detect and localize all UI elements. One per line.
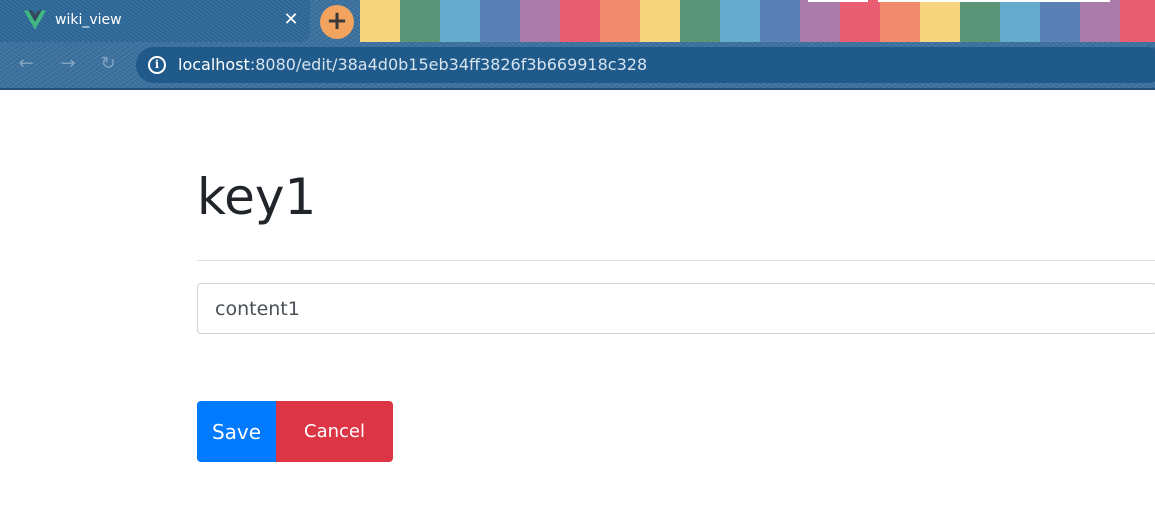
new-tab-button[interactable]: + [320, 5, 354, 39]
theme-stripe [560, 0, 600, 42]
url-host: localhost [178, 55, 250, 74]
theme-stripe [960, 0, 1000, 42]
theme-stripe [1120, 0, 1155, 42]
theme-stripe [880, 0, 920, 42]
theme-stripe [1000, 0, 1040, 42]
theme-stripe [840, 0, 880, 42]
theme-stripe [920, 0, 960, 42]
url-text[interactable]: localhost:8080/edit/38a4d0b15eb34ff3826f… [178, 55, 647, 74]
info-icon[interactable]: i [148, 56, 166, 74]
tab-strip-indicator [878, 0, 1110, 2]
forward-arrow-icon[interactable]: → [56, 53, 80, 75]
theme-stripe [640, 0, 680, 42]
theme-stripe [440, 0, 480, 42]
theme-stripe [520, 0, 560, 42]
theme-stripe [680, 0, 720, 42]
address-bar[interactable]: i localhost:8080/edit/38a4d0b15eb34ff382… [136, 47, 1155, 83]
content-input[interactable] [197, 283, 1155, 334]
theme-stripe [1040, 0, 1080, 42]
browser-chrome: wiki_view ✕ + ← → ↻ i localhost:8080/edi… [0, 0, 1155, 90]
theme-stripe [480, 0, 520, 42]
back-arrow-icon[interactable]: ← [14, 53, 38, 75]
tab-close-icon[interactable]: ✕ [280, 8, 302, 32]
theme-stripe [600, 0, 640, 42]
theme-stripe [760, 0, 800, 42]
theme-stripes [360, 0, 1155, 42]
browser-tab[interactable]: wiki_view ✕ [0, 0, 310, 42]
tab-strip-indicator [808, 0, 868, 2]
button-group: Save Cancel [197, 401, 393, 462]
reload-icon[interactable]: ↻ [96, 53, 120, 75]
vue-logo-icon [24, 10, 46, 30]
theme-stripe [800, 0, 840, 42]
theme-stripe [360, 0, 400, 42]
theme-stripe [400, 0, 440, 42]
page-title: key1 [197, 168, 317, 226]
theme-stripe [1080, 0, 1120, 42]
divider [197, 260, 1155, 261]
theme-stripe [720, 0, 760, 42]
url-path: :8080/edit/38a4d0b15eb34ff3826f3b669918c… [249, 55, 648, 74]
cancel-button[interactable]: Cancel [276, 401, 393, 462]
tab-title: wiki_view [55, 12, 122, 28]
save-button[interactable]: Save [197, 401, 276, 462]
